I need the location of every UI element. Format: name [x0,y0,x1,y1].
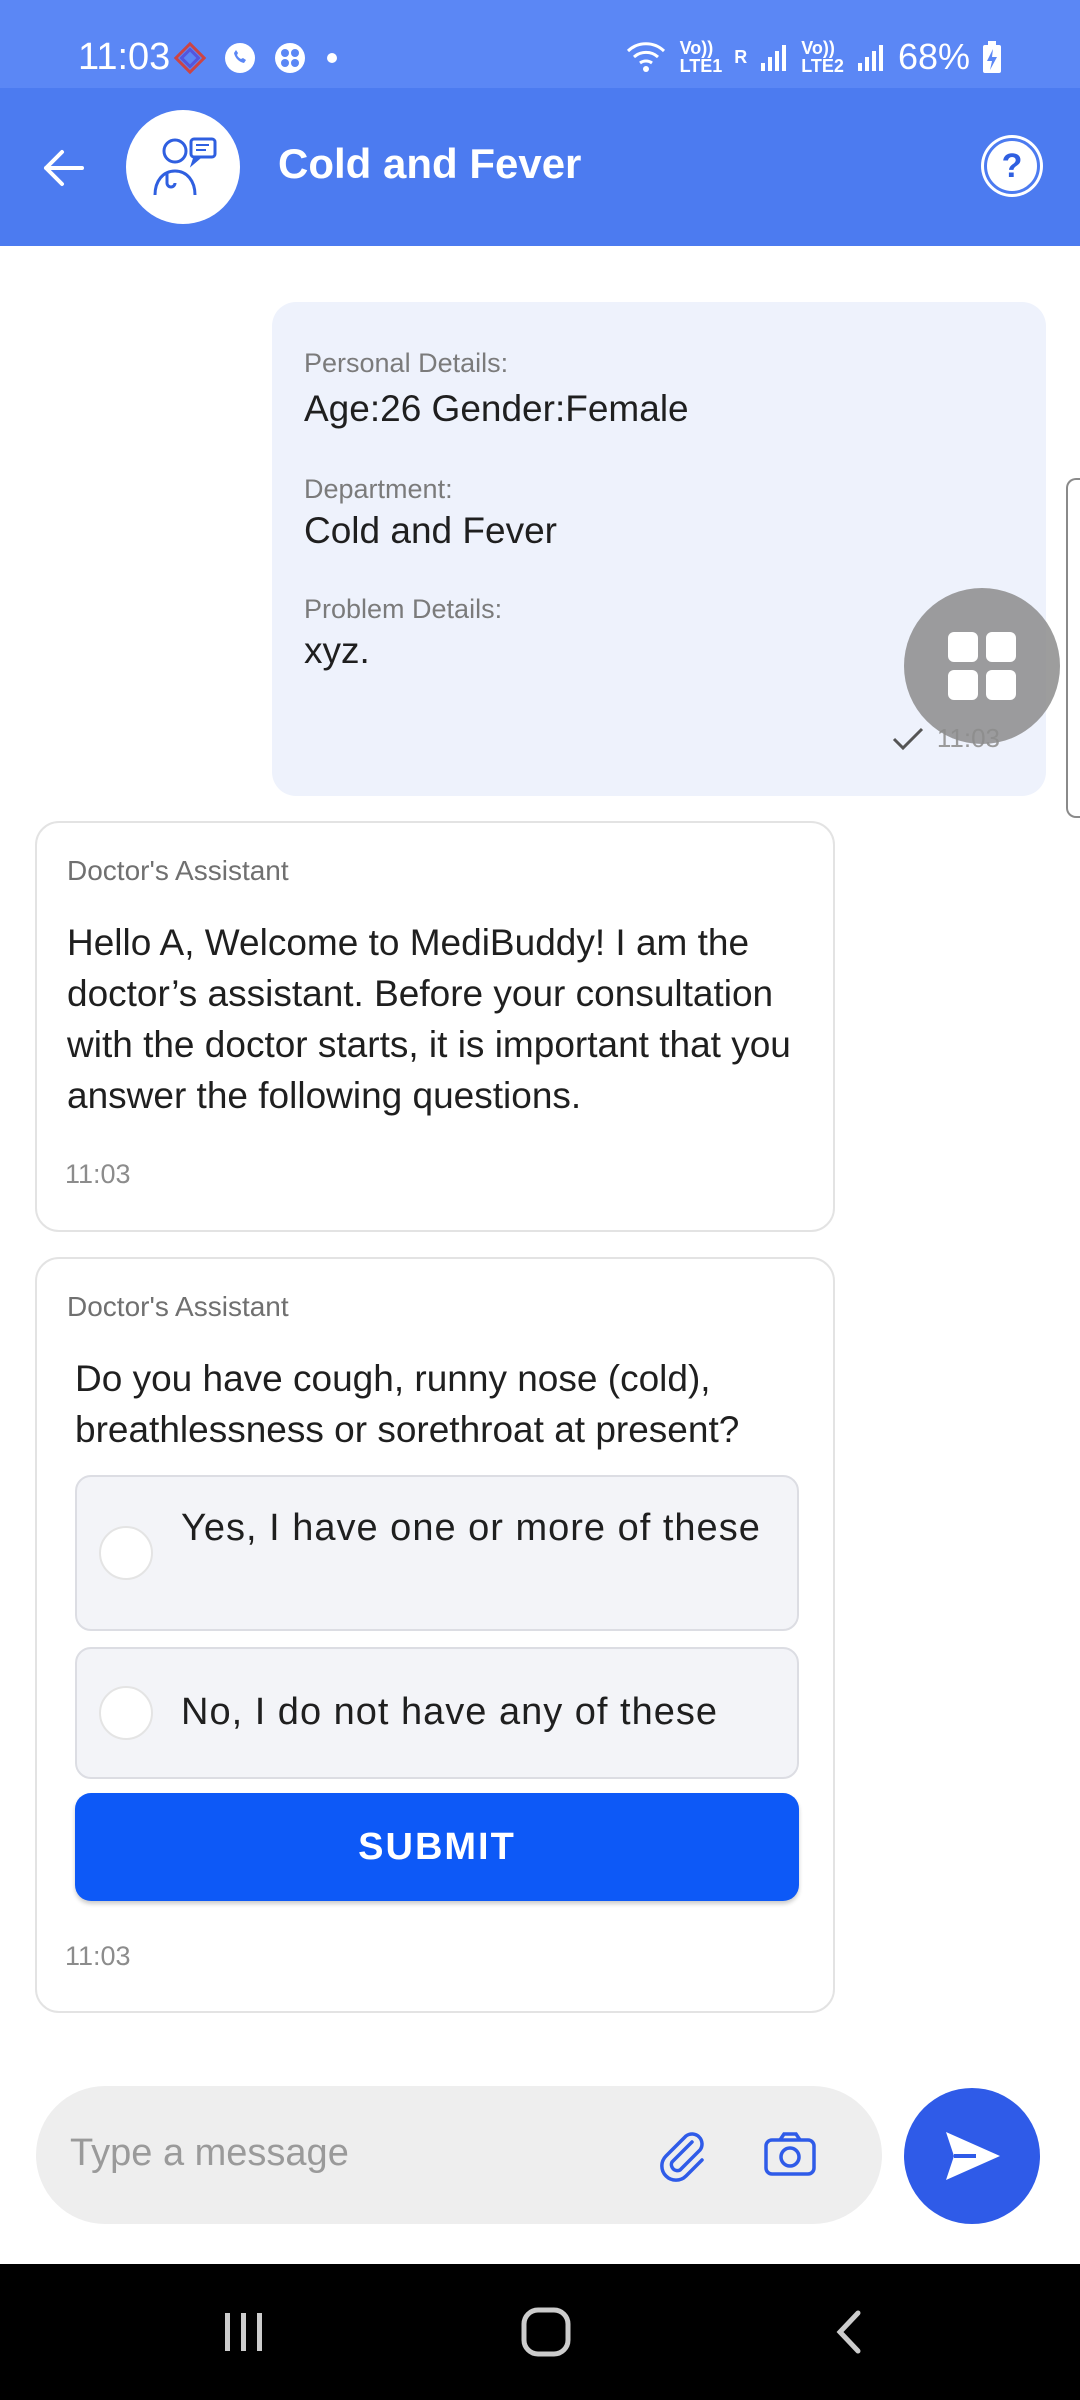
doctor-icon [153,137,217,196]
camera-icon [764,2132,816,2176]
status-time: 11:03 [78,36,171,78]
home-icon [521,2307,571,2357]
radio-button[interactable] [99,1526,153,1580]
sender-name: Doctor's Assistant [67,855,289,886]
attach-button[interactable] [654,2126,714,2186]
status-bar: 11:03 Vo)) LTE1 R Vo)) LTE2 68% [0,0,1080,88]
wifi-icon [626,42,665,72]
department-value: Cold and Fever [304,510,557,551]
signal-icon-sim1 [761,45,787,71]
edge-panel-handle[interactable] [1066,478,1080,818]
arrow-left-icon [44,150,84,186]
help-button[interactable]: ? [984,138,1040,194]
message-input[interactable]: Type a message [70,2132,349,2175]
doctor-avatar [126,110,240,224]
sim1-volte: Vo)) [679,38,714,58]
recent-apps-button[interactable] [214,2302,274,2362]
back-button[interactable] [36,140,92,196]
home-button[interactable] [516,2302,576,2362]
whatsapp-icon [225,43,255,73]
option-yes[interactable]: Yes, I have one or more of these [75,1475,799,1631]
chat-title: Cold and Fever [278,140,582,187]
camera-button[interactable] [760,2124,820,2184]
send-button[interactable] [904,2088,1040,2224]
app-notification-icon [173,41,207,75]
system-navigation-bar [0,2264,1080,2400]
problem-details-value: xyz. [304,630,370,671]
message-composer: Type a message [36,2086,882,2224]
sim1-network: LTE1 [679,56,723,76]
department-label: Department: [304,474,453,504]
floating-menu-button[interactable] [904,588,1060,744]
sender-name: Doctor's Assistant [67,1291,289,1322]
message-time: 11:03 [65,1159,131,1189]
assistant-question-card: Doctor's Assistant Do you have cough, ru… [35,1257,835,2013]
question-text: Do you have cough, runny nose (cold), br… [75,1358,740,1450]
check-icon [892,727,923,750]
personal-details-value: Age:26 Gender:Female [304,388,689,429]
app-grid-notification-icon [275,43,305,73]
roaming-label: R [734,47,748,67]
battery-charging-icon [983,41,1001,73]
back-nav-button[interactable] [818,2302,878,2362]
message-time: 11:03 [65,1941,131,1971]
recent-apps-icon [225,2313,262,2351]
option-label: Yes, I have one or more of these [181,1507,761,1549]
sim1-label: Vo)) LTE1 [680,39,723,75]
notification-icons [172,40,342,76]
paperclip-icon [660,2132,704,2182]
personal-details-label: Personal Details: [304,348,509,378]
grid-icon [948,632,1016,700]
problem-details-label: Problem Details: [304,594,503,624]
chat-header: Cold and Fever ? [0,88,1080,246]
radio-button[interactable] [99,1686,153,1740]
assistant-welcome-card: Doctor's Assistant Hello A, Welcome to M… [35,821,835,1232]
option-label: No, I do not have any of these [181,1691,719,1733]
sim2-volte: Vo)) [801,38,835,58]
sim2-label: Vo)) LTE2 [801,39,844,75]
sim2-network: LTE2 [801,56,844,76]
submit-button[interactable]: SUBMIT [75,1793,799,1901]
signal-icon-sim2 [857,45,883,71]
more-notifications-dot-icon [327,53,337,63]
welcome-message: Hello A, Welcome to MediBuddy! I am the … [67,922,791,1116]
option-no[interactable]: No, I do not have any of these [75,1647,799,1779]
send-icon [946,2132,1000,2180]
chevron-left-icon [836,2310,861,2354]
battery-percent: 68% [897,36,970,77]
